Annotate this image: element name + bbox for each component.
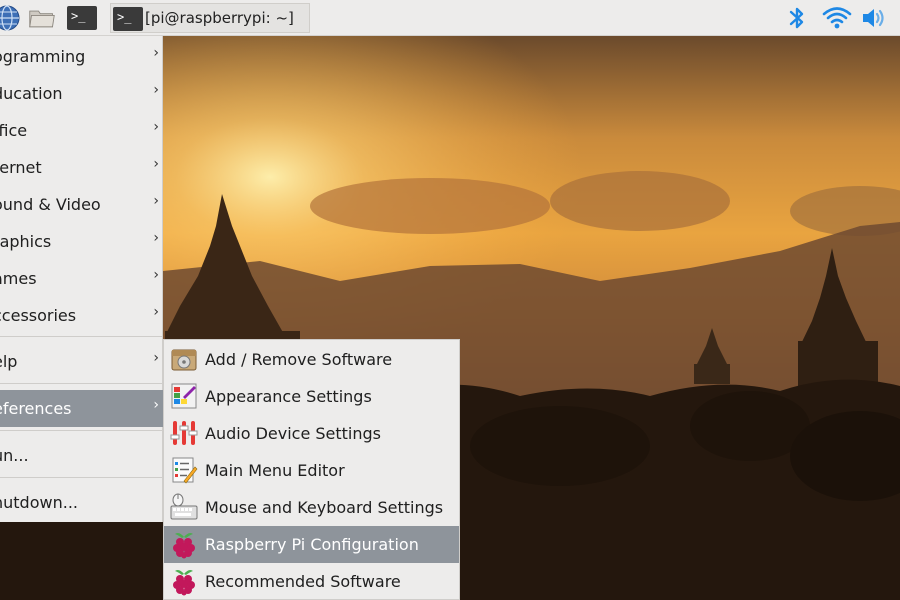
chevron-right-icon: › [153,119,159,135]
task-label: [pi@raspberrypi: ~] [145,9,294,27]
raspberry-icon [173,533,195,559]
menu-item-accessories[interactable]: ccessories › [0,297,163,334]
chevron-right-icon: › [153,267,159,283]
submenu-item-mouse-keyboard-settings[interactable]: Mouse and Keyboard Settings [164,489,459,526]
menu-item-label: ternet [0,158,42,177]
submenu-item-raspberry-pi-configuration[interactable]: Raspberry Pi Configuration [164,526,459,563]
menu-item-help[interactable]: elp › [0,343,163,380]
menu-item-label: ames [0,269,37,288]
raspberry-icon [173,570,195,596]
menu-separator [0,383,163,384]
chevron-right-icon: › [153,193,159,209]
menu-item-label: ffice [0,121,28,140]
menu-separator [0,336,163,337]
menu-item-label: elp [0,352,18,371]
menu-item-label: raphics [0,232,52,251]
menu-item-label: ccessories [0,306,77,325]
submenu-item-label: Appearance Settings [205,387,372,406]
menu-separator [0,430,163,431]
terminal-icon[interactable] [67,6,97,30]
bluetooth-icon[interactable] [786,5,808,31]
appearance-palette-icon [171,383,197,409]
menu-separator [0,477,163,478]
menu-item-label: ound & Video [0,195,101,214]
main-menu: ogramming › ducation › ffice › ternet › … [0,36,163,522]
submenu-item-appearance-settings[interactable]: Appearance Settings [164,378,459,415]
submenu-item-add-remove-software[interactable]: Add / Remove Software [164,341,459,378]
menu-item-graphics[interactable]: raphics › [0,223,163,260]
menu-editor-icon [172,457,198,484]
chevron-right-icon: › [153,350,159,366]
chevron-right-icon: › [153,156,159,172]
keyboard-mouse-icon [170,493,198,520]
menu-item-shutdown[interactable]: hutdown... [0,484,163,521]
menu-item-sound-video[interactable]: ound & Video › [0,186,163,223]
menu-item-office[interactable]: ffice › [0,112,163,149]
volume-icon[interactable] [860,5,888,31]
terminal-icon [113,7,143,31]
menu-item-label: ogramming [0,47,86,66]
submenu-item-label: Main Menu Editor [205,461,345,480]
menu-item-games[interactable]: ames › [0,260,163,297]
menu-item-education[interactable]: ducation › [0,75,163,112]
chevron-right-icon: › [153,45,159,61]
submenu-item-label: Add / Remove Software [205,350,393,369]
submenu-item-main-menu-editor[interactable]: Main Menu Editor [164,452,459,489]
taskbar: [pi@raspberrypi: ~] [0,0,900,36]
menu-item-label: ducation [0,84,63,103]
menu-item-internet[interactable]: ternet › [0,149,163,186]
task-terminal-window[interactable]: [pi@raspberrypi: ~] [110,3,310,33]
submenu-item-recommended-software[interactable]: Recommended Software [164,563,459,600]
menu-item-run[interactable]: un... [0,437,163,474]
package-install-icon [171,349,197,371]
audio-mixer-icon [170,421,198,445]
chevron-right-icon: › [153,230,159,246]
submenu-item-label: Mouse and Keyboard Settings [205,498,444,517]
menu-item-label: un... [0,446,29,465]
submenu-item-audio-device-settings[interactable]: Audio Device Settings [164,415,459,452]
folder-icon[interactable] [28,4,56,32]
menu-item-programming[interactable]: ogramming › [0,38,163,75]
submenu-item-label: Recommended Software [205,572,401,591]
wifi-icon[interactable] [822,5,852,31]
chevron-right-icon: › [153,304,159,320]
menu-item-preferences[interactable]: eferences › [0,390,163,427]
submenu-item-label: Raspberry Pi Configuration [205,535,419,554]
globe-icon[interactable] [0,4,21,32]
menu-item-label: hutdown... [0,493,78,512]
chevron-right-icon: › [153,397,159,413]
preferences-submenu: Add / Remove Software Appearance Setting… [163,339,460,600]
menu-item-label: eferences [0,399,72,418]
submenu-item-label: Audio Device Settings [205,424,381,443]
chevron-right-icon: › [153,82,159,98]
